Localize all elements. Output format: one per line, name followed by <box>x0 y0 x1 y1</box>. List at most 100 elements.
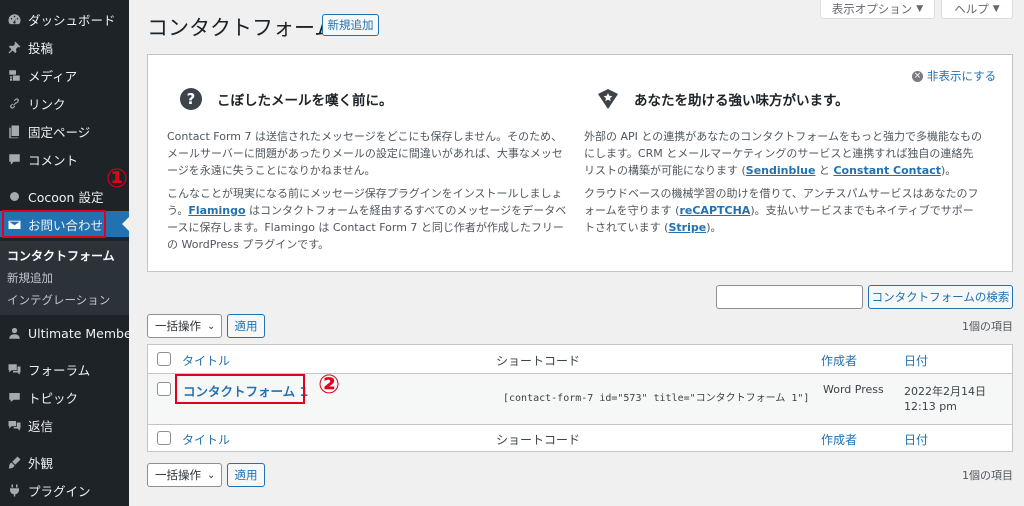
author-value: Word Press <box>823 383 884 396</box>
bulk-action-select-top[interactable]: 一括操作 ⌄ <box>147 314 222 338</box>
sidebar-item-label: 投稿 <box>28 40 54 56</box>
page-title: コンタクトフォーム <box>147 16 336 40</box>
column-date-footer[interactable]: 日付 <box>904 431 928 448</box>
sidebar-item-label: Cocoon 設定 <box>28 189 104 205</box>
pin-icon <box>0 40 28 55</box>
sidebar-item-topics[interactable]: トピック <box>0 384 129 410</box>
column-date[interactable]: 日付 <box>904 352 928 369</box>
column-shortcode-footer: ショートコード <box>496 433 581 447</box>
svg-text:?: ? <box>187 90 196 108</box>
sidebar-item-label: メディア <box>28 68 78 84</box>
table-header-row: タイトル ショートコード 作成者 日付 <box>148 345 1012 374</box>
bulk-action-select-bottom[interactable]: 一括操作 ⌄ <box>147 463 222 487</box>
sidebar-item-label: コメント <box>28 152 79 168</box>
sidebar-item-plugins[interactable]: プラグイン <box>0 477 129 503</box>
time-value: 12:13 pm <box>904 400 957 413</box>
sidebar-item-pages[interactable]: 固定ページ <box>0 118 129 144</box>
bulk-action-label: 一括操作 <box>155 319 201 333</box>
add-new-button[interactable]: 新規追加 <box>322 14 379 36</box>
sidebar-item-label: プラグイン <box>28 483 91 499</box>
dashboard-icon <box>0 12 28 27</box>
column-title[interactable]: タイトル <box>182 352 230 369</box>
text: と <box>815 164 834 177</box>
submenu-integration[interactable]: インテグレーション <box>7 292 110 308</box>
bulk-action-label: 一括操作 <box>155 468 201 482</box>
active-arrow <box>122 217 129 231</box>
plugin-icon <box>0 483 28 498</box>
stripe-link[interactable]: Stripe <box>668 221 706 234</box>
topic-icon <box>0 390 28 405</box>
search-input[interactable] <box>716 285 863 309</box>
text: )。 <box>706 221 722 234</box>
forum-icon <box>0 362 28 377</box>
text: )。 <box>940 164 957 177</box>
select-all-checkbox-bottom[interactable] <box>157 431 171 445</box>
welcome-panel: × 非表示にする ? こぼしたメールを嘆く前に。 Contact Form 7 … <box>147 54 1013 272</box>
annotation-number-2: ② <box>318 370 341 400</box>
sidebar-item-label: ダッシュボード <box>28 12 116 28</box>
circle-icon <box>0 189 28 204</box>
items-count-bottom: 1個の項目 <box>962 469 1013 482</box>
link-icon <box>0 96 28 111</box>
welcome-right-heading: あなたを助ける強い味方がいます。 <box>596 87 849 111</box>
sidebar-item-replies[interactable]: 返信 <box>0 412 129 438</box>
sidebar-item-forums[interactable]: フォーラム <box>0 356 129 382</box>
sidebar-item-dashboard[interactable]: ダッシュボード <box>0 6 129 32</box>
items-count-top: 1個の項目 <box>962 320 1013 333</box>
sidebar-item-appearance[interactable]: 外観 <box>0 449 129 475</box>
shield-star-icon <box>598 89 618 109</box>
sidebar-item-label: 固定ページ <box>28 124 91 140</box>
admin-sidebar: ダッシュボード 投稿 メディア リンク 固定ページ コメント Cocoon 設定… <box>0 0 137 506</box>
page-icon <box>0 124 28 139</box>
sidebar-item-label: Ultimate Member <box>28 325 137 341</box>
caret-down-icon: ▼ <box>992 4 1000 14</box>
column-author[interactable]: 作成者 <box>821 352 857 369</box>
shortcode-value[interactable]: [contact-form-7 id="573" title="コンタクトフォー… <box>503 389 809 404</box>
comment-icon <box>0 152 28 167</box>
reply-icon <box>0 418 28 433</box>
help-tab[interactable]: ヘルプ ▼ <box>941 0 1013 19</box>
help-label: ヘルプ <box>954 2 989 16</box>
flamingo-link[interactable]: Flamingo <box>188 204 245 217</box>
welcome-left-paragraph-1: Contact Form 7 は送信されたメッセージをどこにも保存しません。その… <box>167 130 563 177</box>
sidebar-item-label: リンク <box>28 96 66 112</box>
welcome-left-heading: ? こぼしたメールを嘆く前に。 <box>179 87 393 111</box>
recaptcha-link[interactable]: reCAPTCHA <box>679 204 750 217</box>
select-all-checkbox[interactable] <box>157 352 171 366</box>
welcome-left-title: こぼしたメールを嘆く前に。 <box>217 93 393 109</box>
sidebar-item-media[interactable]: メディア <box>0 62 129 88</box>
welcome-right-title: あなたを助ける強い味方がいます。 <box>634 93 849 109</box>
row-checkbox[interactable] <box>157 382 171 396</box>
welcome-right-paragraph-2: クラウドベースの機械学習の助けを借りて、アンチスパムサービスはあなたのフォームを… <box>584 185 984 236</box>
sidebar-item-links[interactable]: リンク <box>0 90 129 116</box>
close-circle-icon: × <box>912 70 923 82</box>
caret-down-icon: ▼ <box>916 4 924 14</box>
user-icon <box>0 326 28 341</box>
welcome-right-paragraph-1: 外部の API との連携があなたのコンタクトフォームをもっと強力で多機能なものに… <box>584 128 984 179</box>
date-value: 2022年2月14日 <box>904 385 986 398</box>
welcome-left-paragraph-2: こんなことが現実になる前にメッセージ保存プラグインをインストールしましょう。Fl… <box>167 185 567 253</box>
annotation-box-1 <box>2 210 106 238</box>
media-icon <box>0 68 28 83</box>
submenu-contact-forms[interactable]: コンタクトフォーム <box>7 247 115 264</box>
constant-contact-link[interactable]: Constant Contact <box>833 164 941 177</box>
sidebar-item-label: 返信 <box>28 418 54 434</box>
sidebar-item-ultimate-member[interactable]: Ultimate Member <box>0 320 137 346</box>
sidebar-item-label: フォーラム <box>28 362 91 378</box>
chevron-down-icon: ⌄ <box>207 469 216 481</box>
column-title-footer[interactable]: タイトル <box>182 431 230 448</box>
dismiss-link[interactable]: × 非表示にする <box>912 68 996 84</box>
submenu-add-new[interactable]: 新規追加 <box>7 270 53 286</box>
contact-submenu: コンタクトフォーム 新規追加 インテグレーション <box>0 241 129 315</box>
sidebar-item-posts[interactable]: 投稿 <box>0 34 129 60</box>
annotation-box-2 <box>175 374 305 404</box>
chevron-down-icon: ⌄ <box>207 320 216 332</box>
search-button[interactable]: コンタクトフォームの検索 <box>868 285 1013 309</box>
column-author-footer[interactable]: 作成者 <box>821 431 857 448</box>
sidebar-item-label: 外観 <box>28 455 54 471</box>
apply-button-top[interactable]: 適用 <box>227 314 265 338</box>
screen-options-tab[interactable]: 表示オプション ▼ <box>820 0 935 19</box>
sendinblue-link[interactable]: Sendinblue <box>746 164 816 177</box>
apply-button-bottom[interactable]: 適用 <box>227 463 265 487</box>
screen-options-label: 表示オプション <box>831 2 913 16</box>
